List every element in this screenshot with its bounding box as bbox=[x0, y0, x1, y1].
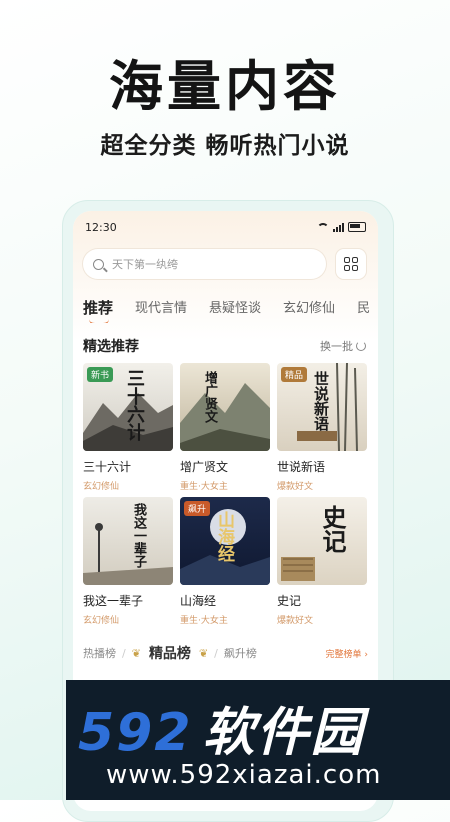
book-tag: 玄幻修仙 bbox=[83, 482, 120, 492]
book-tag: 爆款好文 bbox=[277, 482, 314, 492]
laurel-icon: ❦ bbox=[198, 646, 209, 660]
full-rank-link[interactable]: 完整榜单 › bbox=[326, 647, 368, 660]
book-title: 三十六计 bbox=[83, 460, 132, 474]
badge-new: 新书 bbox=[87, 367, 114, 382]
rank-tabs: 热播榜 / ❦ 精品榜 ❦ / 飙升榜 完整榜单 › bbox=[83, 643, 368, 663]
divider: / bbox=[122, 646, 126, 660]
refresh-icon bbox=[356, 341, 366, 351]
book-cover: 山海经 飙升 bbox=[180, 497, 270, 585]
cover-title: 三十六计 bbox=[124, 369, 145, 441]
search-input[interactable]: 天下第一纨绔 bbox=[83, 249, 326, 279]
status-bar: 12:30 bbox=[85, 221, 366, 237]
watermark-logo: 592 软件园 www.592xiazai.com bbox=[66, 680, 450, 800]
cover-title: 史记 bbox=[318, 505, 347, 553]
book-cover: 史记 bbox=[277, 497, 367, 585]
category-tabs: 推荐 现代言情 悬疑怪谈 玄幻修仙 民 bbox=[83, 297, 378, 323]
tab-fantasy[interactable]: 玄幻修仙 bbox=[283, 297, 335, 323]
watermark-brand: 592 软件园 bbox=[78, 690, 365, 765]
book-cover: 增广贤文 bbox=[180, 363, 270, 451]
tab-premium-rank[interactable]: 精品榜 bbox=[149, 643, 191, 663]
search-placeholder: 天下第一纨绔 bbox=[112, 258, 178, 271]
book-cover: 世说新语 精品 bbox=[277, 363, 367, 451]
landscape-illustration bbox=[180, 383, 270, 451]
book-cover: 三十六计 新书 bbox=[83, 363, 173, 451]
divider: / bbox=[214, 646, 218, 660]
cover-title: 我这一辈子 bbox=[131, 503, 146, 568]
book-card[interactable]: 史记 史记 爆款好文 bbox=[277, 497, 367, 626]
street-illustration bbox=[83, 523, 173, 585]
wifi-icon bbox=[317, 223, 329, 232]
tab-rising-rank[interactable]: 飙升榜 bbox=[224, 645, 257, 661]
section-title: 精选推荐 bbox=[83, 339, 139, 355]
watermark-number: 592 bbox=[78, 703, 193, 763]
book-tag: 爆款好文 bbox=[277, 616, 314, 626]
book-tag: 玄幻修仙 bbox=[83, 616, 120, 626]
watermark-url: www.592xiazai.com bbox=[106, 760, 382, 790]
book-cover: 我这一辈子 bbox=[83, 497, 173, 585]
tab-hot-rank[interactable]: 热播榜 bbox=[83, 645, 116, 661]
tab-recommend[interactable]: 推荐 bbox=[83, 297, 113, 323]
hero-subtitle: 超全分类 畅听热门小说 bbox=[100, 133, 350, 159]
watermark-name: 软件园 bbox=[202, 703, 365, 763]
book-title: 山海经 bbox=[180, 594, 217, 608]
badge-premium: 精品 bbox=[281, 367, 308, 382]
tab-folk[interactable]: 民 bbox=[357, 297, 370, 323]
cover-title: 增广贤文 bbox=[202, 371, 217, 423]
book-card[interactable]: 三十六计 新书 三十六计 玄幻修仙 bbox=[83, 363, 173, 492]
book-title: 我这一辈子 bbox=[83, 594, 144, 608]
refresh-button[interactable]: 换一批 bbox=[320, 338, 366, 354]
category-grid-button[interactable] bbox=[336, 249, 366, 279]
search-icon bbox=[93, 258, 104, 270]
book-title: 史记 bbox=[277, 594, 302, 608]
tab-modern-romance[interactable]: 现代言情 bbox=[135, 297, 187, 323]
book-title: 增广贤文 bbox=[180, 460, 229, 474]
status-icons bbox=[317, 222, 366, 232]
book-title: 世说新语 bbox=[277, 460, 326, 474]
tab-suspense[interactable]: 悬疑怪谈 bbox=[209, 297, 261, 323]
book-card[interactable]: 山海经 飙升 山海经 重生·大女主 bbox=[180, 497, 270, 626]
status-time: 12:30 bbox=[85, 221, 117, 234]
cover-title: 世说新语 bbox=[312, 371, 330, 431]
signal-icon bbox=[333, 223, 344, 232]
refresh-label: 换一批 bbox=[320, 340, 353, 353]
book-tag: 重生·大女主 bbox=[180, 482, 228, 492]
book-tag: 重生·大女主 bbox=[180, 616, 228, 626]
laurel-icon: ❦ bbox=[131, 646, 141, 660]
book-card[interactable]: 世说新语 精品 世说新语 爆款好文 bbox=[277, 363, 367, 492]
hero-title: 海量内容 bbox=[109, 55, 341, 118]
cover-title: 山海经 bbox=[214, 511, 234, 562]
book-card[interactable]: 增广贤文 增广贤文 重生·大女主 bbox=[180, 363, 270, 492]
badge-rising: 飙升 bbox=[184, 501, 211, 516]
grid-icon bbox=[344, 257, 350, 263]
book-card[interactable]: 我这一辈子 我这一辈子 玄幻修仙 bbox=[83, 497, 173, 626]
battery-icon bbox=[348, 222, 366, 232]
